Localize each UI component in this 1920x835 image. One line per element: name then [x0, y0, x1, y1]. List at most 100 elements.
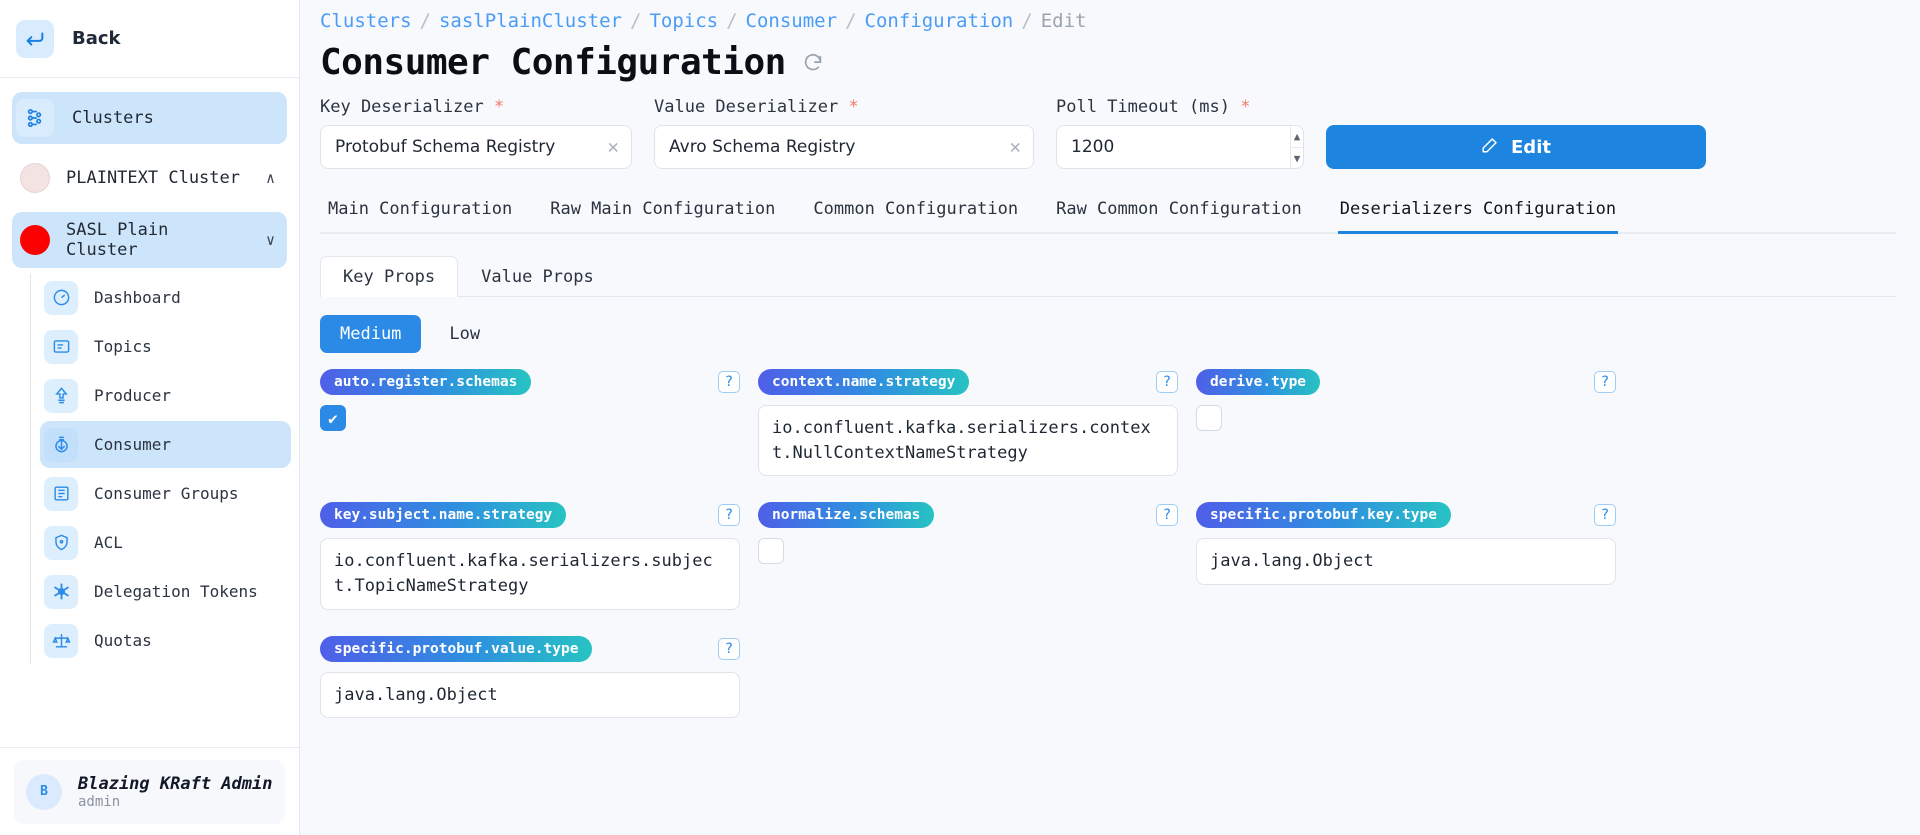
edit-button-label: Edit [1511, 136, 1551, 158]
chevron-up-icon[interactable]: ∧ [266, 169, 287, 187]
tab-common-configuration[interactable]: Common Configuration [811, 191, 1020, 234]
groups-icon [44, 476, 78, 511]
sidebar-item-consumer-groups[interactable]: Consumer Groups [40, 470, 291, 517]
close-icon[interactable]: ✕ [608, 136, 619, 158]
breadcrumb-item-clusters[interactable]: Clusters [320, 10, 412, 32]
sidebar: Back Clusters PLAINTEXT Cluster ∧ SASL P… [0, 0, 300, 835]
property-value-input[interactable]: io.confluent.kafka.serializers.subject.T… [320, 538, 740, 610]
sidebar-item-consumer[interactable]: Consumer [40, 421, 291, 468]
app-root: Back Clusters PLAINTEXT Cluster ∧ SASL P… [0, 0, 1920, 835]
help-icon[interactable]: ? [1594, 371, 1616, 393]
importance-medium-button[interactable]: Medium [320, 315, 422, 353]
cluster-sasl-plain[interactable]: SASL Plain Cluster ∨ [12, 212, 287, 268]
breadcrumb-item-consumer[interactable]: Consumer [746, 10, 838, 32]
property-header: specific.protobuf.value.type ? [320, 635, 740, 662]
close-icon[interactable]: ✕ [1010, 136, 1021, 158]
property-name-badge: key.subject.name.strategy [320, 502, 567, 529]
subtab-value-props[interactable]: Value Props [458, 256, 617, 297]
property-key-subject-name-strategy: key.subject.name.strategy ? io.confluent… [320, 502, 758, 635]
back-label: Back [72, 28, 121, 49]
gauge-icon [44, 280, 78, 315]
properties-grid: auto.register.schemas ? ✔ context.name.s… [320, 369, 1896, 744]
sidebar-item-topics[interactable]: Topics [40, 323, 291, 370]
property-value-input[interactable]: java.lang.Object [1196, 538, 1616, 585]
breadcrumb-separator: / [726, 10, 738, 32]
edit-button[interactable]: Edit [1326, 125, 1706, 169]
property-name-badge: derive.type [1196, 369, 1321, 395]
property-value-input[interactable]: io.confluent.kafka.serializers.context.N… [758, 405, 1178, 477]
key-deserializer-select[interactable]: Protobuf Schema Registry ✕ [320, 125, 632, 169]
breadcrumb-separator: / [1021, 10, 1033, 32]
property-name-badge: specific.protobuf.key.type [1196, 502, 1451, 529]
key-deserializer-field: Key Deserializer * Protobuf Schema Regis… [320, 97, 632, 169]
cluster-status-dot-sasl [20, 225, 50, 255]
help-icon[interactable]: ? [1156, 504, 1178, 527]
sidebar-item-topics-label: Topics [94, 336, 152, 356]
chevron-down-icon[interactable]: ▼ [1291, 147, 1303, 168]
chevron-down-icon[interactable]: ∨ [266, 231, 287, 249]
tab-raw-common-configuration[interactable]: Raw Common Configuration [1054, 191, 1304, 234]
breadcrumb-item-edit: Edit [1040, 10, 1087, 32]
help-icon[interactable]: ? [718, 371, 740, 393]
value-deserializer-field: Value Deserializer * Avro Schema Registr… [654, 97, 1034, 169]
poll-timeout-stepper[interactable]: ▲ ▼ [1056, 125, 1304, 169]
sidebar-item-acl[interactable]: ACL [40, 519, 291, 566]
property-header: specific.protobuf.key.type ? [1196, 502, 1616, 529]
sidebar-item-delegation-tokens-label: Delegation Tokens [94, 581, 258, 601]
cluster-plaintext[interactable]: PLAINTEXT Cluster ∧ [12, 150, 287, 206]
value-deserializer-select[interactable]: Avro Schema Registry ✕ [654, 125, 1034, 169]
property-checkbox[interactable]: ✔ [320, 405, 346, 431]
poll-timeout-field: Poll Timeout (ms) * ▲ ▼ [1056, 97, 1304, 169]
refresh-icon[interactable] [802, 52, 824, 74]
help-icon[interactable]: ? [1594, 504, 1616, 527]
tab-deserializers-configuration[interactable]: Deserializers Configuration [1337, 191, 1619, 234]
sidebar-item-clusters[interactable]: Clusters [12, 92, 287, 144]
property-specific-protobuf-key-type: specific.protobuf.key.type ? java.lang.O… [1196, 502, 1634, 635]
sidebar-item-quotas-label: Quotas [94, 630, 152, 650]
importance-low-button[interactable]: Low [429, 315, 500, 353]
deserializers-panel: Key Props Value Props Medium Low auto.re… [320, 256, 1896, 744]
cluster-submenu: Dashboard Topics Producer Consumer Consu… [30, 274, 299, 664]
tab-raw-main-configuration[interactable]: Raw Main Configuration [548, 191, 777, 234]
user-profile[interactable]: B Blazing KRaft Admin admin [0, 747, 299, 835]
sidebar-nav: Clusters PLAINTEXT Cluster ∧ SASL Plain … [0, 78, 299, 747]
deserializer-form: Key Deserializer * Protobuf Schema Regis… [320, 97, 1896, 169]
help-icon[interactable]: ? [718, 637, 740, 660]
required-marker: * [1240, 97, 1251, 117]
breadcrumb-item-cluster[interactable]: saslPlainCluster [439, 10, 622, 32]
poll-timeout-input[interactable] [1057, 126, 1290, 168]
page-title: Consumer Configuration [320, 42, 786, 83]
value-deserializer-label: Value Deserializer * [654, 97, 1034, 117]
help-icon[interactable]: ? [1156, 371, 1178, 393]
tab-main-configuration[interactable]: Main Configuration [326, 191, 514, 234]
value-deserializer-value: Avro Schema Registry [669, 137, 856, 157]
help-icon[interactable]: ? [718, 504, 740, 527]
folder-list-icon [44, 329, 78, 364]
required-marker: * [848, 97, 859, 117]
property-context-name-strategy: context.name.strategy ? io.confluent.kaf… [758, 369, 1196, 502]
back-button[interactable]: Back [0, 0, 299, 78]
breadcrumb-item-configuration[interactable]: Configuration [865, 10, 1014, 32]
sidebar-item-dashboard[interactable]: Dashboard [40, 274, 291, 321]
user-role: admin [78, 793, 121, 810]
page-header: Consumer Configuration [320, 42, 1896, 83]
sidebar-item-delegation-tokens[interactable]: Delegation Tokens [40, 568, 291, 615]
key-deserializer-label: Key Deserializer * [320, 97, 632, 117]
property-checkbox[interactable] [758, 538, 784, 565]
configuration-tabs: Main Configuration Raw Main Configuratio… [320, 191, 1896, 234]
chevron-up-icon[interactable]: ▲ [1291, 126, 1303, 147]
property-auto-register-schemas: auto.register.schemas ? ✔ [320, 369, 758, 502]
sidebar-item-producer-label: Producer [94, 385, 172, 405]
sidebar-item-producer[interactable]: Producer [40, 372, 291, 419]
property-value-input[interactable]: java.lang.Object [320, 671, 740, 719]
subtab-key-props[interactable]: Key Props [320, 256, 459, 297]
sidebar-item-consumer-groups-label: Consumer Groups [94, 483, 239, 503]
property-normalize-schemas: normalize.schemas ? [758, 502, 1196, 635]
breadcrumb-item-topics[interactable]: Topics [649, 10, 718, 32]
sidebar-item-dashboard-label: Dashboard [94, 287, 181, 307]
property-name-badge: normalize.schemas [758, 502, 935, 529]
sidebar-item-quotas[interactable]: Quotas [40, 617, 291, 664]
poll-timeout-label-text: Poll Timeout (ms) [1056, 97, 1230, 117]
importance-filter: Medium Low [320, 315, 1896, 353]
property-checkbox[interactable] [1196, 405, 1222, 431]
